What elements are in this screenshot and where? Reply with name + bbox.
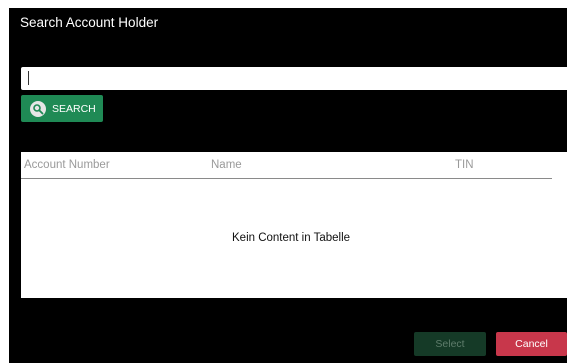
search-icon bbox=[30, 100, 46, 117]
results-table: Account Number Name TIN Kein Content in … bbox=[21, 152, 567, 298]
select-button[interactable]: Select bbox=[414, 332, 486, 356]
search-button-label: SEARCH bbox=[52, 102, 96, 115]
search-input[interactable] bbox=[21, 67, 567, 90]
search-button[interactable]: SEARCH bbox=[21, 95, 103, 122]
text-cursor bbox=[28, 71, 29, 85]
column-header-name[interactable]: Name bbox=[211, 159, 242, 171]
table-header: Account Number Name TIN bbox=[21, 152, 552, 179]
cancel-button[interactable]: Cancel bbox=[496, 332, 567, 356]
column-header-tin[interactable]: TIN bbox=[455, 159, 474, 171]
column-header-account-number[interactable]: Account Number bbox=[24, 159, 110, 171]
empty-table-message: Kein Content in Tabelle bbox=[232, 232, 351, 244]
dialog-title: Search Account Holder bbox=[20, 15, 159, 30]
search-account-holder-dialog: Search Account Holder SEARCH Account Num… bbox=[9, 8, 567, 363]
